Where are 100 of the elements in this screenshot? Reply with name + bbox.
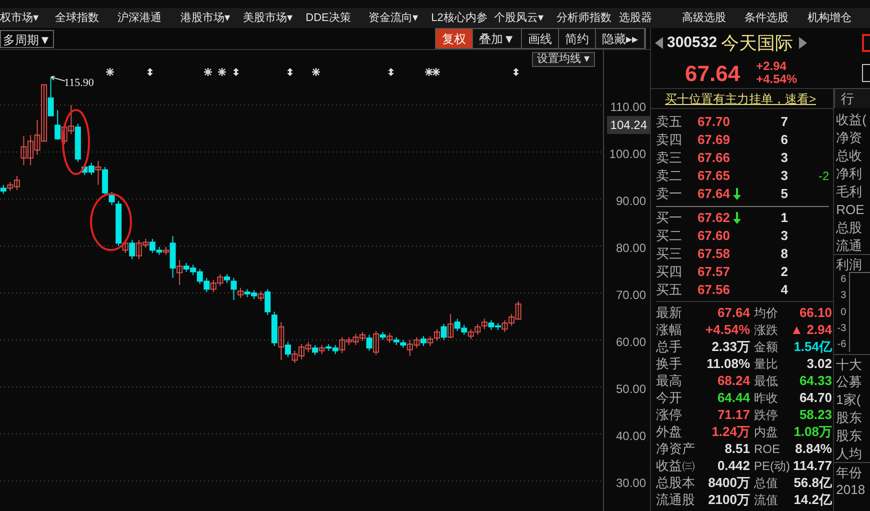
order-level-label: 卖三 bbox=[656, 149, 683, 168]
moving-average-settings-button[interactable]: 设置均线 ▾ bbox=[532, 52, 596, 67]
order-volume: 7 bbox=[780, 113, 788, 132]
candlestick bbox=[54, 110, 61, 140]
candlestick bbox=[420, 336, 426, 347]
candlestick bbox=[264, 288, 271, 316]
toolbar-tab[interactable]: 隐藏▸▸ bbox=[596, 29, 645, 48]
menu-item[interactable]: 分析师指数 bbox=[556, 10, 620, 26]
menu-item[interactable]: 全球指数 bbox=[54, 10, 118, 26]
year-label: 2018 bbox=[835, 481, 866, 498]
holder-label: 1家( bbox=[835, 391, 862, 408]
stat-label: 量比 bbox=[753, 356, 779, 372]
side-metric-label: 净资 bbox=[836, 129, 864, 146]
asterisk-marker-icon bbox=[218, 68, 226, 76]
side-metric-label: 总收 bbox=[836, 147, 864, 164]
stat-value: 2100万 bbox=[707, 490, 750, 509]
price-axis-label: 110.00 bbox=[610, 98, 646, 116]
menu-item[interactable]: DDE决策 bbox=[306, 10, 368, 26]
menu-item[interactable]: 美股市场▾ bbox=[242, 10, 306, 26]
highlight-circle bbox=[89, 192, 133, 252]
previous-triangle-icon[interactable] bbox=[655, 37, 663, 49]
order-volume: 1 bbox=[780, 209, 788, 228]
order-level-label: 卖一 bbox=[656, 185, 683, 204]
menu-item[interactable]: 条件选股 bbox=[744, 10, 808, 26]
stat-value: 64.70 bbox=[798, 388, 832, 407]
menu-item[interactable]: 选股器 bbox=[619, 10, 682, 26]
candlestick bbox=[427, 336, 434, 347]
stat-value: 8.84% bbox=[794, 440, 832, 458]
chart-tick-label: 6 bbox=[840, 273, 846, 287]
chart-tick-label: 3 bbox=[840, 289, 846, 304]
updown-arrow-marker-icon bbox=[387, 68, 395, 76]
stat-value: ▲ 2.94 bbox=[790, 320, 832, 339]
stat-value: 114.77 bbox=[792, 456, 832, 475]
order-price: 67.58 bbox=[696, 245, 730, 264]
period-button[interactable]: 多周期▼ bbox=[0, 30, 54, 48]
section-title: 利润 bbox=[834, 254, 870, 272]
stat-value: 1.24万 bbox=[710, 422, 750, 441]
toolbar-tab[interactable]: 叠加▼ bbox=[473, 29, 522, 48]
price-axis-label: 70.00 bbox=[616, 286, 646, 304]
price-axis-label: 60.00 bbox=[616, 334, 646, 351]
menu-item[interactable]: 资金流向▾ bbox=[368, 10, 432, 26]
menu-item[interactable]: L2核心内参 bbox=[431, 10, 494, 26]
order-price: 67.70 bbox=[696, 113, 730, 132]
asterisk-marker-icon bbox=[204, 68, 212, 76]
stat-label: 内盘 bbox=[753, 424, 779, 440]
stat-label: 流值 bbox=[753, 492, 779, 508]
updown-arrow-marker-icon bbox=[512, 68, 520, 76]
candlestick bbox=[129, 239, 136, 260]
stat-value: 8.51 bbox=[724, 440, 750, 458]
order-price: 67.69 bbox=[696, 131, 730, 150]
candlestick bbox=[238, 287, 244, 299]
price-axis-label: 50.00 bbox=[616, 380, 646, 398]
menu-item[interactable]: 机构增仓 bbox=[807, 10, 870, 26]
candlestick bbox=[448, 314, 454, 339]
order-volume: 3 bbox=[780, 149, 788, 168]
menu-item[interactable]: 高级选股 bbox=[682, 10, 745, 26]
toolbar-tab[interactable]: 简约 bbox=[559, 29, 596, 48]
order-volume: 4 bbox=[780, 281, 788, 300]
side-tab[interactable]: 行 bbox=[834, 88, 870, 108]
side-metric-label: 毛利 bbox=[836, 183, 864, 200]
chart-tick-label: -3 bbox=[837, 322, 846, 336]
candlestick bbox=[481, 318, 488, 330]
menu-item[interactable]: 港股市场▾ bbox=[180, 10, 243, 26]
side-metric-label: 收益( bbox=[836, 111, 868, 128]
notice-link[interactable]: 买十位置有主力挂单，速看> bbox=[651, 89, 834, 109]
order-volume: 5 bbox=[780, 185, 788, 204]
stat-value: 2.33万 bbox=[710, 338, 750, 356]
price-axis-label: 30.00 bbox=[616, 474, 646, 492]
order-volume: 2 bbox=[780, 263, 788, 282]
menu-item[interactable]: 沪深港通 bbox=[118, 10, 180, 26]
stat-label: 涨幅 bbox=[656, 320, 683, 339]
peak-price-label: 115.90 bbox=[64, 76, 94, 91]
stat-label: 跌停 bbox=[753, 406, 779, 424]
section-title: 十大 bbox=[834, 354, 870, 372]
price-axis-label: 100.00 bbox=[609, 146, 646, 163]
volume-change: -2 bbox=[818, 168, 830, 185]
stat-label: 涨停 bbox=[656, 406, 683, 424]
stat-label: 最新 bbox=[656, 304, 683, 322]
stat-label: PE(动) bbox=[753, 458, 790, 474]
candlestick bbox=[48, 76, 54, 116]
stat-label: 均价 bbox=[753, 304, 779, 322]
menu-item[interactable]: 个股风云▾ bbox=[494, 10, 556, 26]
stat-label: 总值 bbox=[753, 474, 779, 492]
menu-item[interactable]: 权市场▾ bbox=[0, 10, 55, 26]
order-price: 67.60 bbox=[696, 227, 730, 246]
price-change: +2.94 bbox=[756, 60, 788, 73]
stat-label: 今开 bbox=[656, 388, 683, 407]
side-metric-label: 流通 bbox=[836, 237, 864, 254]
stat-value: +4.54% bbox=[704, 320, 750, 339]
current-price-tag: 104.24 bbox=[607, 116, 650, 134]
order-price: 67.64 bbox=[696, 185, 730, 204]
stat-label: 金额 bbox=[753, 338, 779, 356]
order-price: 67.65 bbox=[696, 167, 730, 186]
next-triangle-icon[interactable] bbox=[799, 37, 808, 49]
toolbar-tab[interactable]: 画线 bbox=[522, 29, 559, 48]
stat-label: 总股本 bbox=[656, 474, 696, 492]
candlestick bbox=[258, 290, 264, 302]
candlestick bbox=[440, 323, 447, 340]
order-volume: 3 bbox=[780, 227, 788, 246]
toolbar-tab[interactable]: 复权 bbox=[436, 29, 474, 48]
